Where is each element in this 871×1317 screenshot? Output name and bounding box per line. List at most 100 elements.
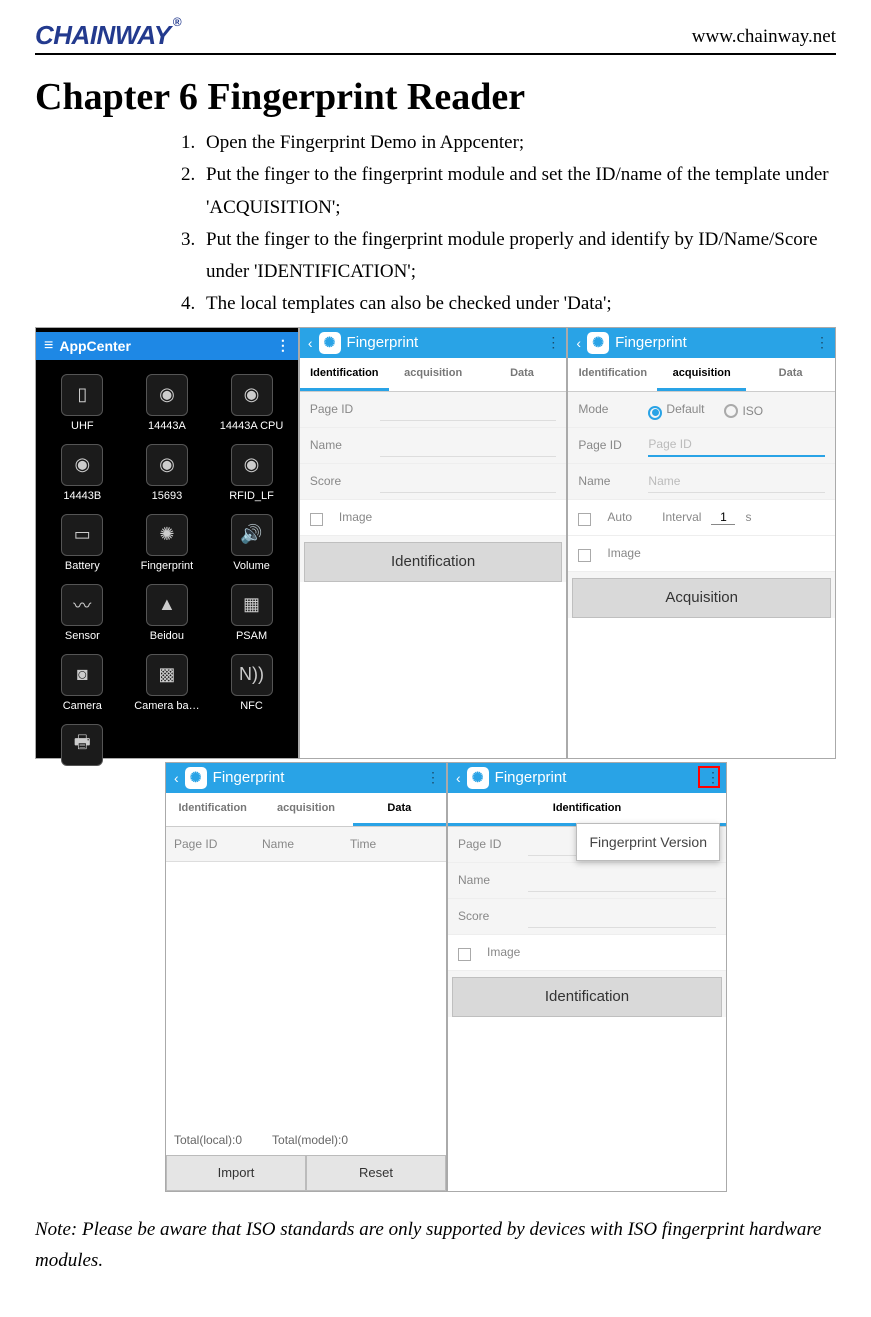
tab-identification[interactable]: Identification	[166, 793, 259, 826]
menu-fingerprint-version[interactable]: Fingerprint Version	[576, 823, 720, 861]
screenshot-version-menu: ‹ ✺ Fingerprint ⋮ Identification Fingerp…	[447, 762, 727, 1192]
input-score[interactable]	[528, 904, 716, 928]
tab-data[interactable]: Data	[478, 358, 567, 391]
identification-button[interactable]: Identification	[452, 977, 722, 1017]
app-label: Camera ba…	[134, 700, 199, 712]
app-nfc[interactable]: N))NFC	[209, 648, 294, 718]
input-interval[interactable]: 1	[711, 510, 735, 525]
screenshot-data: ‹ ✺ Fingerprint ⋮ Identification acquisi…	[165, 762, 447, 1192]
step-1: Open the Fingerprint Demo in Appcenter;	[200, 127, 836, 159]
label-auto: Auto	[607, 510, 632, 524]
identification-button[interactable]: Identification	[304, 542, 563, 582]
label-page-id: Page ID	[458, 837, 518, 851]
app-camera-ba-[interactable]: ▩Camera ba…	[125, 648, 210, 718]
checkbox-auto[interactable]	[578, 513, 591, 526]
back-icon[interactable]: ‹	[456, 770, 461, 786]
app-label: Volume	[233, 560, 270, 572]
fp-titlebar: ‹ ✺ Fingerprint ⋮	[448, 763, 726, 793]
checkbox-image[interactable]	[310, 513, 323, 526]
app-14443a-cpu[interactable]: ◉14443A CPU	[209, 368, 294, 438]
fp-title: Fingerprint	[615, 334, 687, 351]
back-icon[interactable]: ‹	[174, 770, 179, 786]
app-icon: ▦	[231, 584, 273, 626]
tab-identification[interactable]: Identification	[448, 793, 726, 826]
app-icon: ◙	[61, 654, 103, 696]
checkbox-image[interactable]	[578, 549, 591, 562]
label-score: Score	[310, 474, 370, 488]
app-icon: ▯	[61, 374, 103, 416]
back-icon[interactable]: ‹	[576, 335, 581, 351]
checkbox-image[interactable]	[458, 948, 471, 961]
app-volume[interactable]: 🔊Volume	[209, 508, 294, 578]
screenshot-appcenter: ≡ AppCenter ⋮ ▯UHF◉14443A◉14443A CPU◉144…	[35, 327, 299, 759]
input-name[interactable]	[380, 433, 557, 457]
fp-app-icon: ✺	[587, 332, 609, 354]
tab-acquisition[interactable]: acquisition	[657, 358, 746, 391]
app-label: 15693	[152, 490, 183, 502]
doc-header: CHAINWAY® www.chainway.net	[35, 20, 836, 55]
app-beidou[interactable]: ▲Beidou	[125, 578, 210, 648]
step-list: Open the Fingerprint Demo in Appcenter; …	[35, 127, 836, 321]
tab-acquisition[interactable]: acquisition	[259, 793, 352, 826]
fp-title: Fingerprint	[213, 769, 285, 786]
app-uhf[interactable]: ▯UHF	[40, 368, 125, 438]
tab-acquisition[interactable]: acquisition	[389, 358, 478, 391]
data-table-header: Page ID Name Time	[166, 827, 446, 862]
app-sensor[interactable]: 〰Sensor	[40, 578, 125, 648]
step-4: The local templates can also be checked …	[200, 288, 836, 320]
overflow-icon[interactable]: ⋮	[276, 337, 290, 354]
menu-icon[interactable]: ≡	[44, 337, 53, 355]
tabs: Identification acquisition Data	[166, 793, 446, 827]
total-local: Total(local):0	[174, 1133, 242, 1147]
fp-titlebar: ‹ ✺ Fingerprint ⋮	[300, 328, 567, 358]
label-name: Name	[578, 474, 638, 488]
label-name: Name	[458, 873, 518, 887]
label-interval: Interval	[662, 510, 701, 524]
radio-iso[interactable]: ISO	[724, 401, 763, 418]
tab-data[interactable]: Data	[353, 793, 446, 826]
label-page-id: Page ID	[310, 402, 370, 416]
acquisition-button[interactable]: Acquisition	[572, 578, 831, 618]
col-page-id: Page ID	[174, 837, 262, 851]
tabs: Identification acquisition Data	[568, 358, 835, 392]
app-14443b[interactable]: ◉14443B	[40, 438, 125, 508]
label-page-id: Page ID	[578, 438, 638, 452]
label-name: Name	[310, 438, 370, 452]
app-label: NFC	[240, 700, 263, 712]
input-name[interactable]: Name	[648, 469, 825, 493]
step-2: Put the finger to the fingerprint module…	[200, 159, 836, 224]
label-image: Image	[607, 546, 640, 560]
screenshot-acquisition: ‹ ✺ Fingerprint ⋮ Identification acquisi…	[567, 327, 836, 759]
input-page-id[interactable]: Page ID	[648, 433, 825, 457]
app-14443a[interactable]: ◉14443A	[125, 368, 210, 438]
input-name[interactable]	[528, 868, 716, 892]
app-fingerprint[interactable]: ✺Fingerprint	[125, 508, 210, 578]
app-label: 14443A	[148, 420, 186, 432]
reset-button[interactable]: Reset	[306, 1155, 446, 1191]
fp-app-icon: ✺	[185, 767, 207, 789]
overflow-icon[interactable]: ⋮	[815, 334, 827, 351]
app-icon: ◉	[231, 444, 273, 486]
col-name: Name	[262, 837, 350, 851]
app-label: Fingerprint	[141, 560, 194, 572]
overflow-icon[interactable]: ⋮	[426, 769, 438, 786]
app-psam[interactable]: ▦PSAM	[209, 578, 294, 648]
input-page-id[interactable]	[380, 397, 557, 421]
import-button[interactable]: Import	[166, 1155, 306, 1191]
app-rfid-lf[interactable]: ◉RFID_LF	[209, 438, 294, 508]
highlight-box	[698, 766, 720, 788]
tab-data[interactable]: Data	[746, 358, 835, 391]
tab-identification[interactable]: Identification	[300, 358, 389, 391]
app-camera[interactable]: ◙Camera	[40, 648, 125, 718]
input-score[interactable]	[380, 469, 557, 493]
fp-app-icon: ✺	[319, 332, 341, 354]
tab-identification[interactable]: Identification	[568, 358, 657, 391]
back-icon[interactable]: ‹	[308, 335, 313, 351]
radio-default[interactable]: Default	[648, 402, 704, 417]
logo: CHAINWAY®	[35, 20, 179, 51]
app-battery[interactable]: ▭Battery	[40, 508, 125, 578]
app-printer[interactable]: 🖶Printer	[40, 718, 125, 788]
overflow-icon[interactable]: ⋮	[546, 334, 558, 351]
app-icon: ▭	[61, 514, 103, 556]
app-15693[interactable]: ◉15693	[125, 438, 210, 508]
